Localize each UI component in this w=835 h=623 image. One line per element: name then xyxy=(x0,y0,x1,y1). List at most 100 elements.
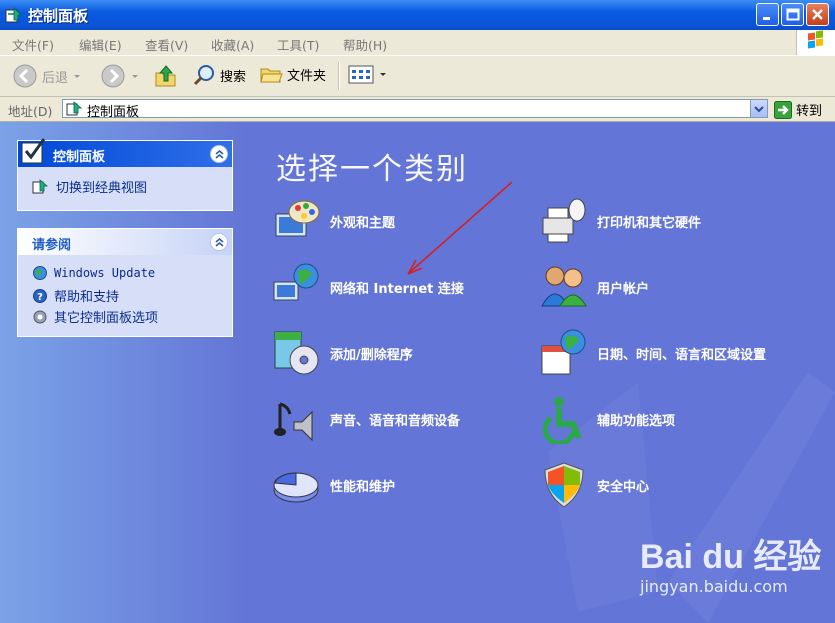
folders-label: 文件夹 xyxy=(287,68,327,84)
category-date-time-language[interactable]: 日期、时间、语言和区域设置 xyxy=(539,328,766,378)
search-icon xyxy=(193,65,214,86)
folders-button[interactable]: 文件夹 xyxy=(259,63,326,85)
palette-monitor-icon xyxy=(272,196,322,246)
menu-edit[interactable]: 编辑(E) xyxy=(79,35,122,54)
search-label: 搜索 xyxy=(220,69,247,85)
windows-update-label: Windows Update xyxy=(54,266,156,280)
folder-icon xyxy=(260,68,283,83)
up-folder-button[interactable] xyxy=(154,63,178,89)
security-shield-icon xyxy=(539,460,589,510)
category-network-label: 网络和 Internet 连接 xyxy=(330,281,464,297)
toolbar-separator xyxy=(338,62,340,90)
category-user-accounts[interactable]: 用户帐户 xyxy=(539,262,649,312)
address-dropdown-button[interactable] xyxy=(750,100,767,117)
control-panel-box: 控制面板 切换到经典视图 xyxy=(17,138,233,211)
watermark-url: jingyan.baidu.com xyxy=(640,577,788,596)
views-grid-icon xyxy=(348,65,374,84)
back-label: 后退 xyxy=(42,70,69,86)
views-button[interactable] xyxy=(348,63,388,85)
back-button[interactable]: 后退 xyxy=(12,63,82,89)
category-security-center[interactable]: 安全中心 xyxy=(539,460,649,510)
see-also-box-header[interactable]: 请参阅 xyxy=(18,229,232,255)
category-accessibility[interactable]: 辅助功能选项 xyxy=(539,394,676,446)
collapse-button[interactable] xyxy=(210,233,228,251)
control-panel-box-title: 控制面板 xyxy=(53,150,106,165)
category-appearance-themes[interactable]: 外观和主题 xyxy=(272,196,395,246)
menu-help[interactable]: 帮助(H) xyxy=(343,35,387,54)
windows-flag-icon xyxy=(808,30,823,49)
control-panel-small-icon xyxy=(32,178,49,193)
windows-update-link[interactable]: Windows Update xyxy=(32,265,155,281)
minimize-button[interactable] xyxy=(756,3,779,26)
see-also-box: 请参阅 Windows Update ? 帮助和支持 其它控制面板选项 xyxy=(17,228,233,337)
network-globe-icon xyxy=(272,262,322,312)
category-network-internet[interactable]: 网络和 Internet 连接 xyxy=(272,262,464,312)
pie-chart-icon xyxy=(272,460,322,510)
search-button[interactable]: 搜索 xyxy=(192,63,246,87)
address-input[interactable]: 控制面板 xyxy=(62,99,768,120)
category-performance-maintenance[interactable]: 性能和维护 xyxy=(272,460,395,510)
maximize-button[interactable] xyxy=(781,3,804,26)
close-button[interactable] xyxy=(806,3,829,26)
help-support-link[interactable]: ? 帮助和支持 xyxy=(32,286,119,305)
minimize-icon xyxy=(763,17,770,20)
category-add-remove-label: 添加/删除程序 xyxy=(330,347,413,363)
forward-arrow-icon xyxy=(101,64,125,88)
windows-logo xyxy=(796,30,835,55)
title-bar[interactable]: 控制面板 xyxy=(0,0,835,30)
printer-mouse-icon xyxy=(539,196,589,246)
control-panel-box-header[interactable]: 控制面板 xyxy=(18,138,232,167)
address-label: 地址(D) xyxy=(8,104,53,119)
category-date-time-label: 日期、时间、语言和区域设置 xyxy=(597,347,767,363)
music-speaker-icon xyxy=(272,394,322,444)
close-icon xyxy=(812,9,823,20)
address-value: 控制面板 xyxy=(87,105,140,120)
menu-view[interactable]: 查看(V) xyxy=(145,35,188,54)
collapse-button[interactable] xyxy=(210,145,228,163)
help-icon: ? xyxy=(33,288,47,303)
category-user-accounts-label: 用户帐户 xyxy=(597,281,650,297)
see-also-title: 请参阅 xyxy=(32,238,72,253)
category-performance-label: 性能和维护 xyxy=(330,479,396,495)
category-sound-label: 声音、语音和音频设备 xyxy=(330,413,461,429)
views-dropdown-icon xyxy=(380,73,386,76)
category-sound-audio[interactable]: 声音、语音和音频设备 xyxy=(272,394,460,444)
watermark-brand: Bai du 经验 xyxy=(640,538,822,576)
calendar-globe-icon xyxy=(539,328,589,378)
back-arrow-icon xyxy=(13,64,37,88)
page-heading: 选择一个类别 xyxy=(276,152,468,187)
back-dropdown-icon[interactable] xyxy=(72,71,82,81)
category-printers-hardware[interactable]: 打印机和其它硬件 xyxy=(539,196,701,246)
svg-text:?: ? xyxy=(37,292,43,303)
up-folder-icon xyxy=(155,65,176,87)
category-accessibility-label: 辅助功能选项 xyxy=(597,413,676,429)
switch-classic-view-link[interactable]: 切换到经典视图 xyxy=(32,177,147,196)
toolbar: 后退 搜索 文件夹 xyxy=(0,56,835,97)
address-bar: 地址(D) 控制面板 转到 xyxy=(0,97,835,122)
other-options-link[interactable]: 其它控制面板选项 xyxy=(32,307,158,326)
control-panel-small-icon xyxy=(66,101,83,116)
go-button[interactable]: 转到 xyxy=(774,100,822,119)
baidu-watermark: Bai du 经验 jingyan.baidu.com xyxy=(640,529,822,596)
switch-classic-view-label: 切换到经典视图 xyxy=(56,181,148,196)
category-appearance-label: 外观和主题 xyxy=(330,215,396,231)
forward-button[interactable] xyxy=(100,63,140,89)
accessibility-wheelchair-icon xyxy=(539,394,589,446)
control-panel-icon xyxy=(5,7,22,23)
window-title: 控制面板 xyxy=(28,7,89,25)
chevron-up-double-icon xyxy=(215,237,224,247)
menu-bar: 文件(F) 编辑(E) 查看(V) 收藏(A) 工具(T) 帮助(H) xyxy=(0,30,835,56)
menu-favorites[interactable]: 收藏(A) xyxy=(211,35,254,54)
category-add-remove-programs[interactable]: 添加/删除程序 xyxy=(272,328,413,378)
maximize-icon xyxy=(786,8,800,21)
go-label: 转到 xyxy=(796,104,823,119)
globe-icon xyxy=(33,266,47,280)
other-options-label: 其它控制面板选项 xyxy=(54,311,159,326)
chevron-down-icon xyxy=(754,106,764,113)
control-panel-large-icon xyxy=(21,138,46,164)
chevron-up-double-icon xyxy=(215,149,224,159)
menu-tools[interactable]: 工具(T) xyxy=(277,35,319,54)
forward-dropdown-icon[interactable] xyxy=(130,71,140,81)
category-security-label: 安全中心 xyxy=(597,479,650,495)
menu-file[interactable]: 文件(F) xyxy=(12,35,54,54)
